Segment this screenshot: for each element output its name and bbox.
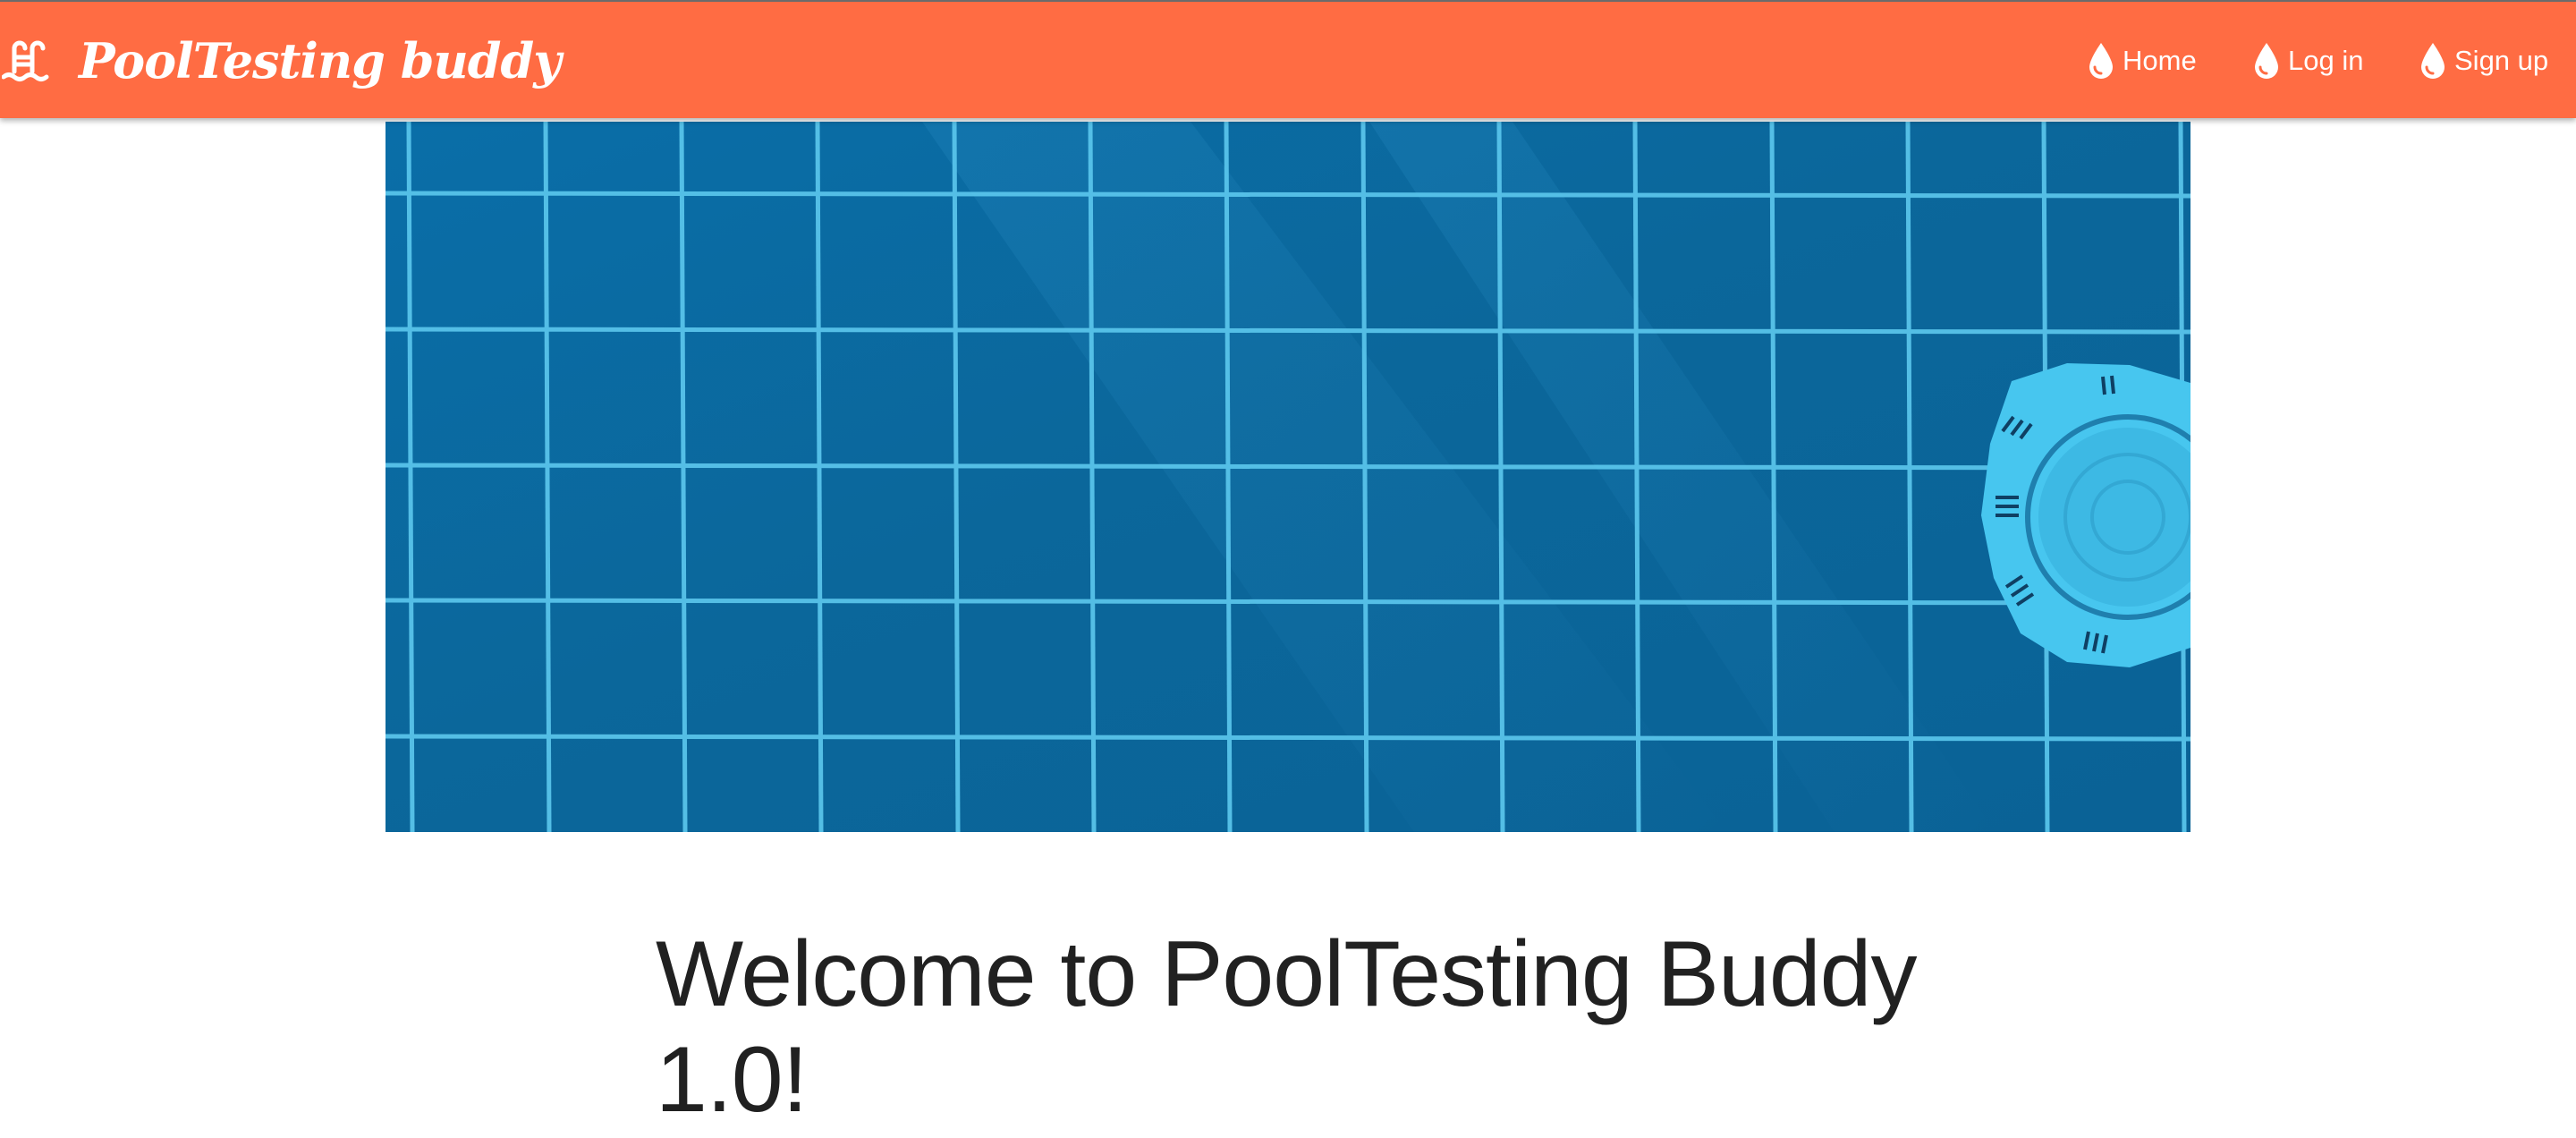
water-drop-icon	[2089, 43, 2113, 79]
nav-home-label: Home	[2123, 45, 2197, 76]
brand-link[interactable]: PoolTesting buddy	[0, 2, 562, 120]
nav-signup-link[interactable]: Sign up	[2419, 2, 2548, 120]
brand-name: PoolTesting buddy	[79, 32, 562, 89]
pool-tiles-image	[386, 122, 2190, 832]
nav-signup-label: Sign up	[2454, 45, 2549, 76]
top-navbar: PoolTesting buddy Home Log in Sign up	[0, 0, 2576, 118]
nav-home-link[interactable]: Home	[2087, 2, 2197, 120]
swimming-pool-icon	[2, 40, 49, 81]
nav-login-link[interactable]: Log in	[2252, 2, 2363, 120]
welcome-heading: Welcome to PoolTesting Buddy 1.0!	[656, 922, 1918, 1132]
hero-image	[386, 122, 2190, 832]
water-drop-icon	[2255, 43, 2278, 79]
nav-login-label: Log in	[2288, 45, 2364, 76]
water-drop-icon	[2421, 43, 2445, 79]
